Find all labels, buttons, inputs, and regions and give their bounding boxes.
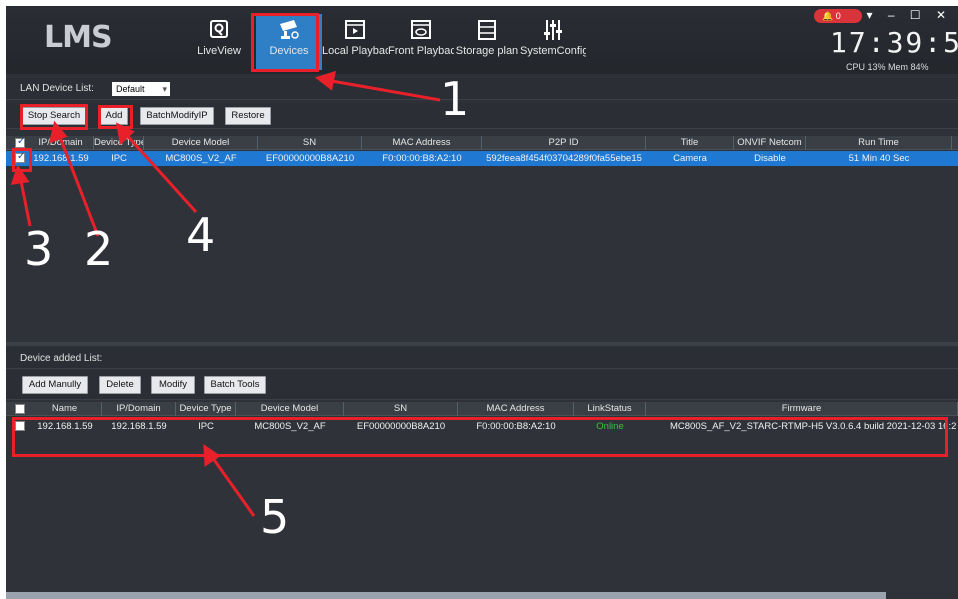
add-button[interactable]: Add — [100, 107, 128, 125]
lan-col-type[interactable]: Device Type — [94, 136, 144, 150]
lan-col-mac[interactable]: MAC Address — [362, 136, 482, 150]
cell-ip: 192.168.1.59 — [111, 421, 167, 432]
alarm-badge[interactable]: 🔔 0 — [814, 9, 862, 23]
lan-col-onvif[interactable]: ONVIF Netcom — [734, 136, 806, 150]
lan-col-sn[interactable]: SN — [258, 136, 362, 150]
lan-table-body: 192.168.1.59 IPC MC800S_V2_AF EF00000000… — [6, 151, 958, 342]
nav-devices-label: Devices — [269, 45, 309, 57]
camera-frame-icon — [210, 20, 228, 38]
cell-sn: EF00000000B8A210 — [356, 421, 446, 432]
splitter[interactable] — [6, 342, 958, 346]
cell-runtime: 51 Min 40 Sec — [848, 153, 910, 164]
nav-liveview-label: LiveView — [197, 45, 241, 57]
lan-table-header: IP/Domain Device Type Device Model SN MA… — [6, 136, 958, 150]
cpu-mem-status: CPU 13% Mem 84% — [846, 62, 929, 72]
cell-onvif: Disable — [754, 153, 786, 164]
cell-model: MC800S_V2_AF — [254, 421, 326, 432]
clock: 17:39:57 — [830, 26, 958, 59]
restore-button[interactable]: Restore — [225, 107, 271, 125]
lan-col-title[interactable]: Title — [646, 136, 734, 150]
window-controls[interactable]: ▾ – ☐ ✕ — [866, 8, 952, 22]
added-select-all-checkbox[interactable] — [15, 404, 25, 414]
added-list-bar: Device added List: — [6, 347, 958, 369]
added-table-body: 192.168.1.59 192.168.1.59 IPC MC800S_V2_… — [6, 417, 958, 593]
nav-local-playback-label: Local Playback — [322, 45, 388, 57]
cloud-playback-icon — [411, 20, 431, 39]
modify-button[interactable]: Modify — [151, 376, 195, 394]
nav-front-playback-label: Front Playback — [388, 45, 454, 57]
added-col-name[interactable]: Name — [28, 402, 102, 416]
cell-sn: EF00000000B8A210 — [265, 153, 355, 164]
horizontal-scrollbar[interactable] — [6, 592, 886, 599]
added-col-firmware[interactable]: Firmware — [646, 402, 958, 416]
added-col-type[interactable]: Device Type — [176, 402, 236, 416]
cell-mac: F0:00:00:B8:A2:10 — [476, 421, 556, 432]
lan-list-bar: LAN Device List: Default ▾ — [6, 78, 958, 100]
chevron-down-icon: ▾ — [162, 84, 167, 94]
lan-col-runtime[interactable]: Run Time — [806, 136, 952, 150]
nav-front-playback[interactable]: Front Playback — [388, 14, 454, 70]
nav-devices[interactable]: Devices — [256, 14, 322, 70]
added-col-mac[interactable]: MAC Address — [458, 402, 574, 416]
cell-title: Camera — [673, 153, 707, 164]
table-row[interactable]: 192.168.1.59 192.168.1.59 IPC MC800S_V2_… — [6, 419, 958, 434]
added-col-ip[interactable]: IP/Domain — [102, 402, 176, 416]
nav-liveview[interactable]: LiveView — [186, 14, 252, 70]
cell-p2p: 592feea8f454f03704289f0fa55ebe15 — [486, 153, 642, 164]
lan-filter-select[interactable]: Default ▾ — [112, 82, 170, 96]
cell-type: IPC — [111, 153, 127, 164]
nav-storage-plan[interactable]: Storage plan — [454, 14, 520, 70]
cell-type: IPC — [198, 421, 214, 432]
cell-firmware: MC800S_AF_V2_STARC-RTMP-H5 V3.0.6.4 buil… — [670, 421, 957, 432]
lan-col-model[interactable]: Device Model — [144, 136, 258, 150]
app-logo: LMS — [44, 20, 113, 55]
added-table-header: Name IP/Domain Device Type Device Model … — [6, 402, 958, 416]
nav-system-config-label: SystemConfig — [520, 45, 586, 57]
added-col-model[interactable]: Device Model — [236, 402, 344, 416]
cell-name: 192.168.1.59 — [37, 421, 93, 432]
lan-col-p2p[interactable]: P2P ID — [482, 136, 646, 150]
table-row[interactable]: 192.168.1.59 IPC MC800S_V2_AF EF00000000… — [6, 151, 958, 166]
add-manually-button[interactable]: Add Manully — [22, 376, 88, 394]
alarm-count: 0 — [835, 11, 841, 21]
added-toolbar: Add Manully Delete Modify Batch Tools — [6, 370, 958, 400]
stop-search-button[interactable]: Stop Search — [22, 107, 86, 125]
cell-link-status: Online — [596, 421, 624, 432]
cell-mac: F0:00:00:B8:A2:10 — [382, 153, 462, 164]
batch-tools-button[interactable]: Batch Tools — [204, 376, 266, 394]
row-checkbox[interactable] — [15, 151, 25, 163]
lan-toolbar: Stop Search Add BatchModifyIP Restore — [6, 103, 958, 129]
cell-ip: 192.168.1.59 — [33, 153, 89, 164]
added-col-sn[interactable]: SN — [344, 402, 458, 416]
video-playback-icon — [345, 20, 365, 39]
cell-model: MC800S_V2_AF — [165, 153, 237, 164]
nav-local-playback[interactable]: Local Playback — [322, 14, 388, 70]
lan-select-all-checkbox[interactable] — [15, 136, 25, 148]
cctv-camera-icon — [280, 20, 299, 39]
batch-modify-ip-button[interactable]: BatchModifyIP — [140, 107, 214, 125]
lan-list-label: LAN Device List: — [20, 83, 94, 94]
added-list-label: Device added List: — [20, 353, 103, 364]
lan-filter-value: Default — [116, 84, 145, 94]
lan-col-ip[interactable]: IP/Domain — [28, 136, 94, 150]
row-checkbox[interactable] — [15, 421, 25, 431]
lms-window: LMS LiveView Devices Local Playback Fron… — [6, 6, 958, 599]
nav-storage-plan-label: Storage plan — [455, 45, 519, 57]
nav-system-config[interactable]: SystemConfig — [520, 14, 586, 70]
delete-button[interactable]: Delete — [99, 376, 141, 394]
added-col-status[interactable]: LinkStatus — [574, 402, 646, 416]
storage-icon — [478, 20, 496, 40]
app-header: LMS LiveView Devices Local Playback Fron… — [6, 6, 958, 74]
sliders-icon — [544, 20, 562, 40]
